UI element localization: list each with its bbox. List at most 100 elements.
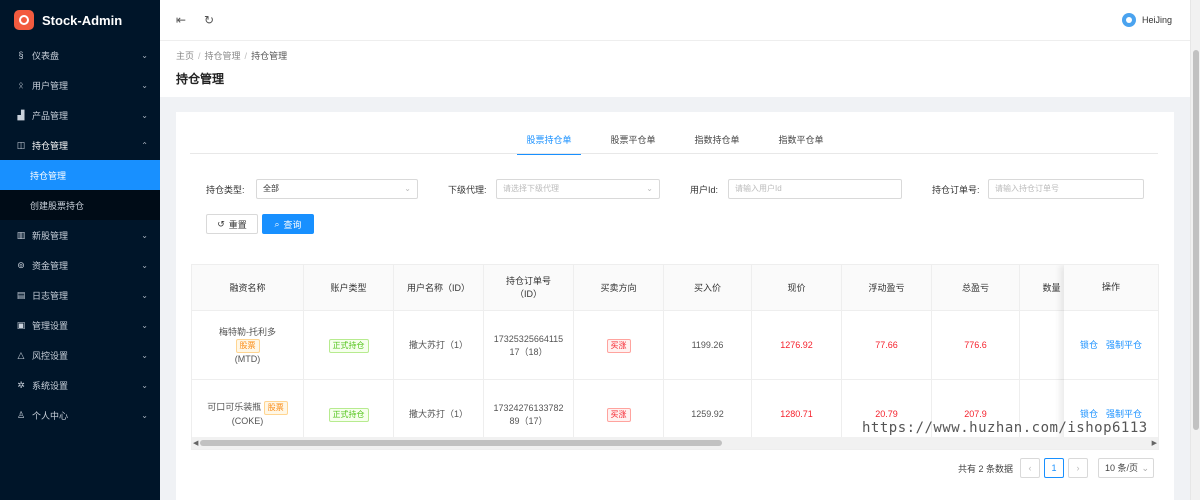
- tab-index-closed[interactable]: 指数平仓单: [759, 132, 843, 154]
- content-card: 股票持仓单 股票平仓单 指数持仓单 指数平仓单 持仓类型: 全部 ⌄ 下级代理:…: [176, 112, 1174, 500]
- direction-badge: 买涨: [606, 338, 631, 353]
- agent-label: 下级代理:: [448, 185, 487, 195]
- table-header: 融资名称 账户类型 用户名称（ID） 持仓订单号 （ID） 买卖方向 买入价 现…: [192, 265, 1158, 311]
- force-close-link[interactable]: 强制平仓: [1106, 339, 1142, 352]
- brand[interactable]: Stock-Admin: [0, 0, 160, 40]
- next-page-button[interactable]: ›: [1068, 458, 1088, 478]
- table-horizontal-scrollbar[interactable]: ◀ ▶: [192, 437, 1158, 449]
- menu-fold-icon[interactable]: ⇤: [174, 13, 188, 27]
- chevron-down-icon: ⌄: [141, 410, 148, 420]
- table-row: 梅特勒-托利多 股票 (MTD) 正式持仓 撒大苏打（1） 1732532566…: [192, 311, 1158, 380]
- page-1-button[interactable]: 1: [1044, 458, 1064, 478]
- scroll-thumb[interactable]: [200, 440, 722, 446]
- page-title: 持仓管理: [176, 72, 225, 86]
- breadcrumb-parent[interactable]: 持仓管理: [205, 51, 241, 61]
- breadcrumb-home[interactable]: 主页: [176, 51, 194, 61]
- cell-name: 梅特勒-托利多 股票 (MTD): [192, 311, 304, 380]
- sidebar-item-label: 日志管理: [32, 290, 69, 301]
- reset-icon: ↺: [217, 218, 225, 229]
- sidebar-item-label: 系统设置: [32, 380, 69, 391]
- stock-name: 梅特勒-托利多: [219, 326, 276, 337]
- sidebar-item-dashboard[interactable]: § 仪表盘 ⌄: [0, 40, 160, 70]
- agent-select[interactable]: 请选择下级代理 ⌄: [496, 179, 660, 199]
- chevron-down-icon: ⌄: [141, 50, 148, 60]
- page-size-select[interactable]: 10 条/页 ⌄: [1098, 458, 1154, 478]
- user-name: HeiJing: [1141, 15, 1172, 25]
- position-type-value: 全部: [263, 184, 279, 193]
- filter-bar: 持仓类型: 全部 ⌄ 下级代理: 请选择下级代理 ⌄ 用户Id: 请输入用户Id…: [204, 179, 1154, 199]
- cell-order: 17325325664115 17（18）: [484, 311, 574, 380]
- col-header: 浮动盈亏: [842, 265, 932, 311]
- order-number: 17325325664115: [493, 333, 564, 344]
- page-scrollbar[interactable]: [1190, 0, 1200, 500]
- query-button[interactable]: ⌕ 查询: [262, 214, 314, 234]
- page-header: 主页 / 持仓管理 / 持仓管理 持仓管理: [160, 40, 1190, 97]
- sidebar-item-users[interactable]: ᛟ 用户管理 ⌄: [0, 70, 160, 100]
- position-type-select[interactable]: 全部 ⌄: [256, 179, 418, 199]
- sidebar-item-products[interactable]: ▟ 产品管理 ⌄: [0, 100, 160, 130]
- sidebar-item-label: 新股管理: [32, 230, 69, 241]
- tab-index-positions[interactable]: 指数持仓单: [675, 132, 759, 154]
- cell-account: 正式持仓: [304, 311, 394, 380]
- chevron-down-icon: ⌄: [1141, 463, 1149, 473]
- logo-icon: [14, 10, 34, 30]
- chart-icon: ▟: [17, 109, 25, 120]
- order-number-input[interactable]: 请输入持仓订单号: [988, 179, 1144, 199]
- stock-name: 可口可乐装瓶: [207, 402, 262, 412]
- sidebar-item-risk[interactable]: △ 风控设置 ⌄: [0, 340, 160, 370]
- sidebar-item-label: 管理设置: [32, 320, 69, 331]
- cell-total-pl: 776.6: [932, 311, 1020, 380]
- col-header: 账户类型: [304, 265, 394, 311]
- watermark-text: https://www.huzhan.com/ishop6113: [862, 420, 1148, 436]
- user-id-input[interactable]: 请输入用户Id: [728, 179, 902, 199]
- sidebar-subitem-create-position[interactable]: 创建股票持仓: [0, 190, 160, 220]
- scroll-left-icon[interactable]: ◀: [193, 439, 198, 447]
- app-name: Stock-Admin: [42, 12, 123, 28]
- account-type-badge: 正式持仓: [328, 407, 369, 422]
- tab-bar: 股票持仓单 股票平仓单 指数持仓单 指数平仓单: [176, 132, 1174, 155]
- sidebar-item-profile[interactable]: ♙ 个人中心 ⌄: [0, 400, 160, 430]
- sidebar-item-admin-settings[interactable]: ▣ 管理设置 ⌄: [0, 310, 160, 340]
- sidebar-item-funds[interactable]: ⊚ 资金管理 ⌄: [0, 250, 160, 280]
- order-number-cont: 89（17）: [509, 415, 548, 426]
- cell-buy-price: 1199.26: [664, 311, 752, 380]
- cell-direction: 买涨: [574, 311, 664, 380]
- lock-position-link[interactable]: 锁仓: [1080, 339, 1098, 352]
- user-id-label: 用户Id:: [690, 185, 719, 195]
- refresh-icon[interactable]: ↻: [202, 13, 216, 27]
- sidebar-subitem-positions[interactable]: 持仓管理: [0, 160, 160, 190]
- agent-placeholder: 请选择下级代理: [503, 184, 559, 193]
- stock-tag: 股票: [263, 401, 288, 415]
- chevron-down-icon: ⌄: [141, 230, 148, 240]
- chevron-up-icon: ⌃: [141, 140, 148, 150]
- col-header: 现价: [752, 265, 842, 311]
- stock-code: (COKE): [231, 416, 264, 426]
- sidebar-item-system[interactable]: ✲ 系统设置 ⌄: [0, 370, 160, 400]
- dashboard-icon: §: [18, 50, 24, 60]
- col-header: 融资名称: [192, 265, 304, 311]
- sidebar-item-label: 个人中心: [32, 410, 69, 421]
- chevron-down-icon: ⌄: [141, 80, 148, 90]
- user-menu[interactable]: HeiJing: [1121, 13, 1172, 27]
- sidebar: Stock-Admin § 仪表盘 ⌄ ᛟ 用户管理 ⌄ ▟ 产品管理 ⌄ ◫ …: [0, 0, 160, 500]
- tab-stock-positions[interactable]: 股票持仓单: [507, 132, 591, 155]
- page-size-value: 10 条/页: [1105, 463, 1139, 473]
- pagination: 共有 2 条数据 ‹ 1 › 10 条/页 ⌄: [176, 456, 1174, 478]
- reset-button[interactable]: ↺ 重置: [206, 214, 258, 234]
- chevron-down-icon: ⌄: [141, 260, 148, 270]
- sidebar-item-label: 用户管理: [32, 80, 69, 91]
- cell-ops: 锁仓 强制平仓: [1064, 311, 1158, 380]
- sidebar-item-logs[interactable]: ▤ 日志管理 ⌄: [0, 280, 160, 310]
- stock-name-line: 可口可乐装瓶 股票: [207, 401, 288, 415]
- scroll-right-icon[interactable]: ▶: [1152, 439, 1157, 447]
- breadcrumb-current: 持仓管理: [251, 51, 288, 61]
- gear-icon: ✲: [17, 379, 25, 390]
- chevron-down-icon: ⌄: [404, 184, 411, 193]
- prev-page-button[interactable]: ‹: [1020, 458, 1040, 478]
- users-icon: ᛟ: [18, 80, 24, 90]
- cell-float-pl: 77.66: [842, 311, 932, 380]
- sidebar-item-positions[interactable]: ◫ 持仓管理 ⌃: [0, 130, 160, 160]
- sidebar-item-ipo[interactable]: ▥ 新股管理 ⌄: [0, 220, 160, 250]
- ipo-icon: ▥: [16, 229, 26, 240]
- tab-stock-closed[interactable]: 股票平仓单: [591, 132, 675, 154]
